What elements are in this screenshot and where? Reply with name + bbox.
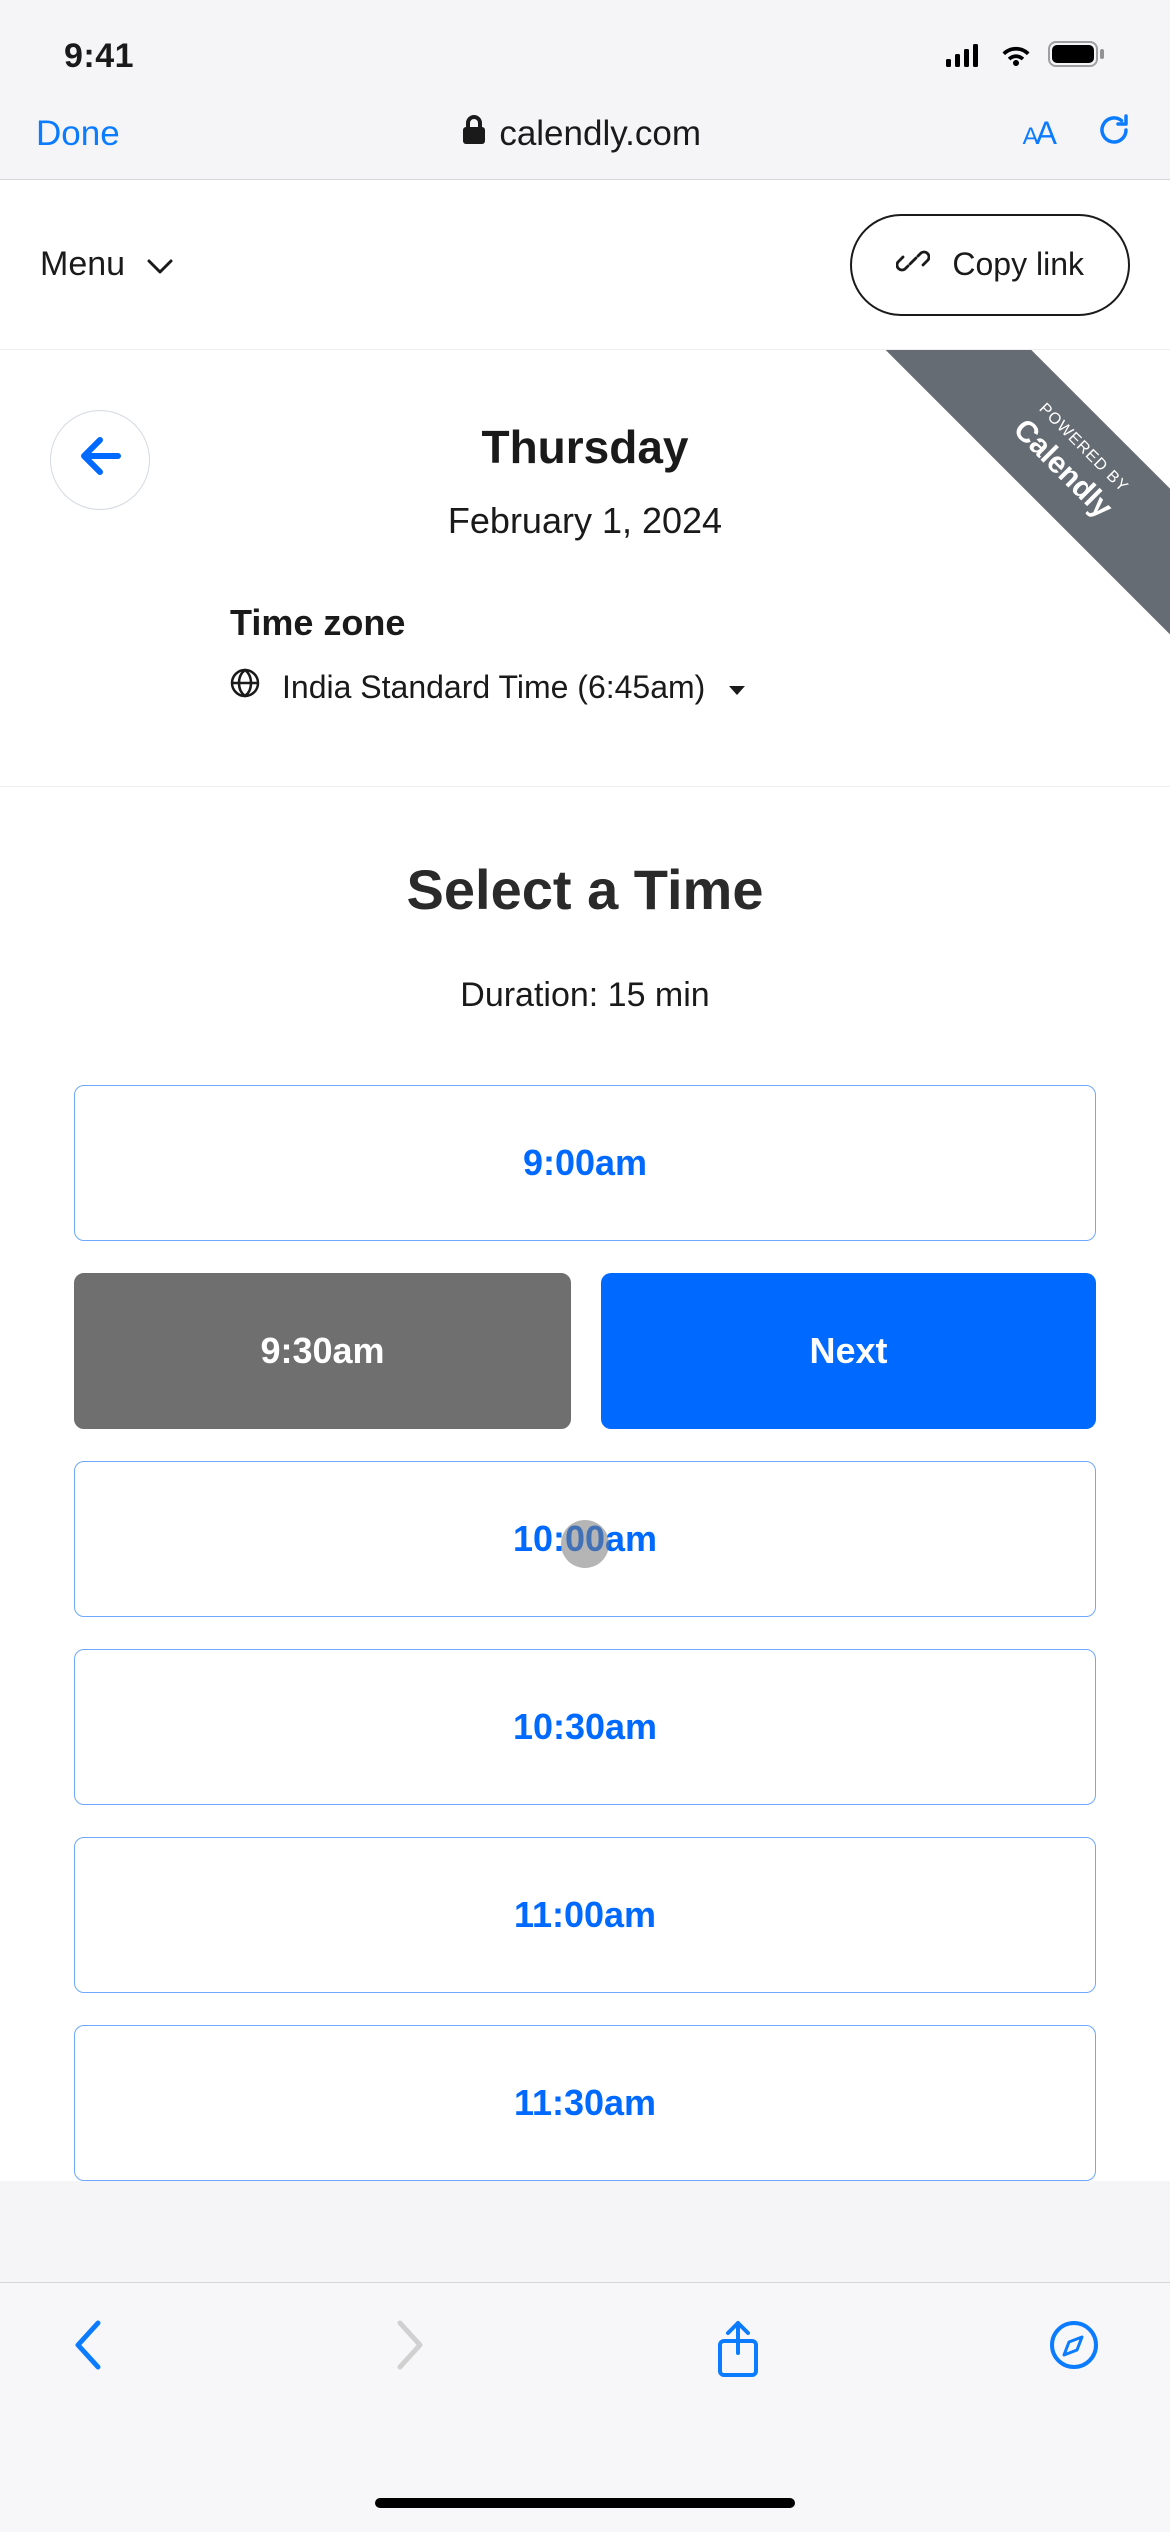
timezone-label: Time zone [230,602,940,644]
next-button[interactable]: Next [601,1273,1096,1429]
time-slot[interactable]: 10:30am [74,1649,1096,1805]
cellular-icon [946,38,984,75]
browser-bottom-bar [0,2282,1170,2532]
safari-compass-button[interactable] [1048,2319,1100,2379]
status-time: 9:41 [64,37,134,76]
timezone-block: Time zone India Standard Time (6:45am) [50,602,1120,786]
time-slot[interactable]: 11:30am [74,2025,1096,2181]
text-size-button[interactable]: AA [1023,115,1054,152]
time-section: Select a Time Duration: 15 min 9:00am 9:… [0,787,1170,2181]
touch-indicator [561,1520,609,1568]
powered-by-small: POWERED BY [928,350,1170,603]
time-slot[interactable]: 11:00am [74,1837,1096,1993]
caret-down-icon [727,669,747,706]
url-domain-text: calendly.com [499,114,701,154]
back-button[interactable] [50,410,150,510]
menu-label: Menu [40,245,125,284]
time-slot[interactable]: 9:00am [74,1085,1096,1241]
globe-icon [230,668,260,706]
url-display[interactable]: calendly.com [140,114,1023,154]
done-button[interactable]: Done [36,114,140,154]
nav-forward-button[interactable] [392,2319,428,2379]
status-bar: 9:41 [0,0,1170,100]
select-time-title: Select a Time [74,857,1096,922]
browser-url-bar: Done calendly.com AA [0,100,1170,180]
nav-back-button[interactable] [70,2319,106,2379]
app-header: Menu Copy link [0,180,1170,350]
battery-icon [1048,38,1106,75]
home-indicator [375,2498,795,2508]
share-button[interactable] [714,2319,762,2387]
chevron-down-icon [147,245,173,284]
timezone-value: India Standard Time (6:45am) [282,669,705,706]
timezone-selector[interactable]: India Standard Time (6:45am) [230,668,940,706]
menu-button[interactable]: Menu [40,245,173,284]
date-string: February 1, 2024 [50,500,1120,542]
link-icon [896,244,930,286]
date-header-card: POWERED BY Calendly Thursday February 1,… [0,350,1170,787]
day-name: Thursday [50,420,1120,474]
copy-link-button[interactable]: Copy link [850,214,1130,316]
wifi-icon [998,38,1034,75]
reload-button[interactable] [1094,110,1134,158]
time-slot-selected[interactable]: 9:30am [74,1273,571,1429]
lock-icon [461,114,487,154]
time-slot-list: 9:00am 9:30am Next 10:00am 10:30am 11:00… [74,1085,1096,2181]
status-icons [946,38,1106,75]
copy-link-label: Copy link [952,246,1084,283]
duration-label: Duration: 15 min [74,976,1096,1015]
arrow-left-icon [76,436,124,484]
